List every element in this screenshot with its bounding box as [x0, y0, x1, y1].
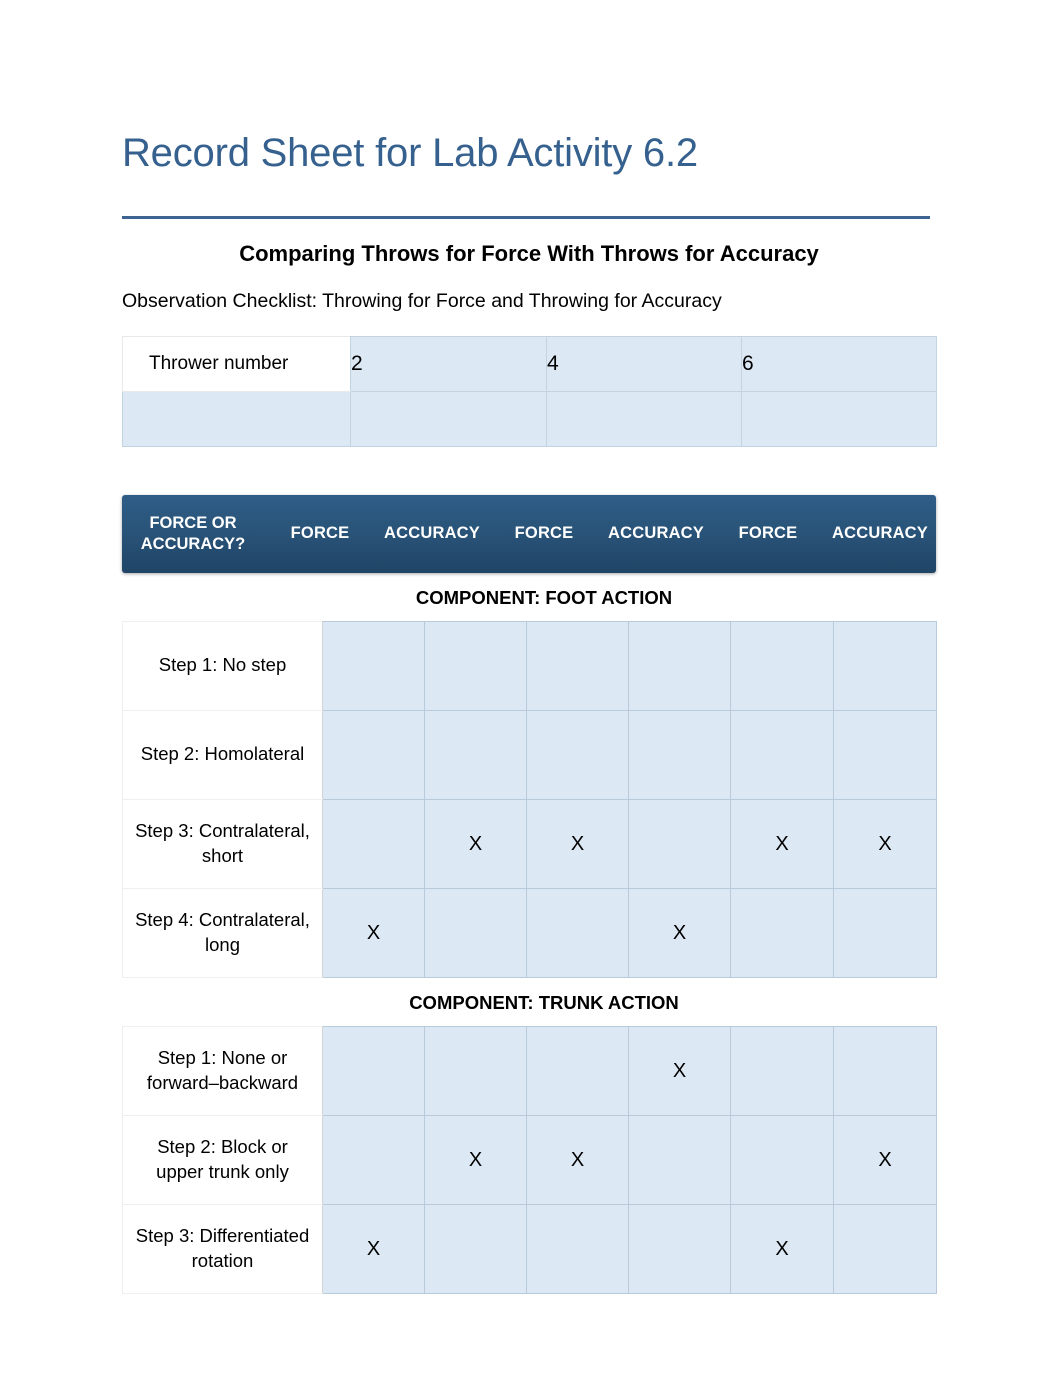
foot-cell-3-6[interactable]: X — [833, 798, 937, 889]
thrower-blank-cell-0[interactable] — [122, 390, 351, 447]
foot-row-label-1: Step 1: No step — [122, 620, 323, 711]
thrower-number-table: Thrower number 2 4 6 — [122, 335, 937, 447]
band-label-line2: ACCURACY? — [140, 534, 246, 553]
page-title: Record Sheet for Lab Activity 6.2 — [122, 131, 698, 175]
thrower-number-label: Thrower number — [122, 335, 351, 392]
foot-cell-4-2[interactable] — [424, 887, 527, 978]
band-label-line1: FORCE OR — [149, 514, 237, 533]
foot-cell-4-6[interactable] — [833, 887, 937, 978]
foot-cell-1-1[interactable] — [322, 620, 425, 711]
table-row — [122, 390, 937, 447]
trunk-cell-3-1[interactable]: X — [322, 1203, 425, 1294]
thrower-blank-cell-1[interactable] — [350, 390, 547, 447]
foot-cell-3-1[interactable] — [322, 798, 425, 889]
trunk-cell-3-6[interactable] — [833, 1203, 937, 1294]
observation-checklist-label: Observation Checklist: Throwing for Forc… — [122, 290, 722, 313]
foot-cell-1-3[interactable] — [526, 620, 629, 711]
thrower-number-value-2[interactable]: 4 — [546, 335, 742, 392]
foot-cell-4-4[interactable]: X — [628, 887, 731, 978]
foot-row-label-3: Step 3: Contralateral, short — [122, 798, 323, 889]
foot-cell-1-2[interactable] — [424, 620, 527, 711]
table-row: Thrower number 2 4 6 — [122, 335, 937, 392]
table-row: Step 4: Contralateral, long X X — [122, 887, 937, 978]
trunk-cell-1-2[interactable] — [424, 1025, 527, 1116]
band-column-5: FORCE — [738, 524, 798, 543]
trunk-cell-1-5[interactable] — [730, 1025, 834, 1116]
trunk-cell-2-3[interactable]: X — [526, 1114, 629, 1205]
foot-cell-1-5[interactable] — [730, 620, 834, 711]
table-row: Step 1: None or forward–backward X — [122, 1025, 937, 1116]
foot-cell-3-5[interactable]: X — [730, 798, 834, 889]
foot-cell-4-3[interactable] — [526, 887, 629, 978]
trunk-cell-2-2[interactable]: X — [424, 1114, 527, 1205]
trunk-cell-1-3[interactable] — [526, 1025, 629, 1116]
trunk-cell-3-2[interactable] — [424, 1203, 527, 1294]
foot-cell-2-3[interactable] — [526, 709, 629, 800]
foot-cell-2-5[interactable] — [730, 709, 834, 800]
table-row: Step 2: Homolateral — [122, 709, 937, 800]
trunk-cell-1-6[interactable] — [833, 1025, 937, 1116]
thrower-blank-cell-3[interactable] — [741, 390, 937, 447]
thrower-number-value-3[interactable]: 6 — [741, 335, 937, 392]
thrower-blank-cell-2[interactable] — [546, 390, 742, 447]
band-column-1: FORCE — [290, 524, 350, 543]
title-divider — [122, 216, 930, 219]
component-heading-foot-action: COMPONENT: FOOT ACTION — [415, 586, 673, 608]
document-content: Record Sheet for Lab Activity 6.2 Compar… — [122, 0, 937, 1294]
trunk-cell-2-5[interactable] — [730, 1114, 834, 1205]
trunk-row-label-2: Step 2: Block or upper trunk only — [122, 1114, 323, 1205]
foot-cell-1-4[interactable] — [628, 620, 731, 711]
band-columns: FORCE ACCURACY FORCE ACCURACY FORCE ACCU… — [264, 495, 936, 573]
table-row: Step 3: Contralateral, short X X X X — [122, 798, 937, 889]
foot-row-label-4: Step 4: Contralateral, long — [122, 887, 323, 978]
band-label: FORCE OR ACCURACY? — [122, 513, 264, 554]
trunk-cell-3-3[interactable] — [526, 1203, 629, 1294]
foot-cell-2-1[interactable] — [322, 709, 425, 800]
force-accuracy-header-band: FORCE OR ACCURACY? FORCE ACCURACY FORCE … — [122, 494, 936, 573]
trunk-row-label-1: Step 1: None or forward–backward — [122, 1025, 323, 1116]
thrower-number-value-1[interactable]: 2 — [350, 335, 547, 392]
foot-cell-3-3[interactable]: X — [526, 798, 629, 889]
trunk-action-table: Step 1: None or forward–backward X Step … — [122, 1025, 937, 1294]
table-row: Step 2: Block or upper trunk only X X X — [122, 1114, 937, 1205]
trunk-row-label-3: Step 3: Differentiated rotation — [122, 1203, 323, 1294]
trunk-cell-3-5[interactable]: X — [730, 1203, 834, 1294]
foot-cell-3-4[interactable] — [628, 798, 731, 889]
table-row: Step 3: Differentiated rotation X X — [122, 1203, 937, 1294]
table-row: Step 1: No step — [122, 620, 937, 711]
foot-cell-4-1[interactable]: X — [322, 887, 425, 978]
foot-cell-1-6[interactable] — [833, 620, 937, 711]
thrower-table-wrapper: Thrower number 2 4 6 — [122, 335, 937, 447]
foot-row-label-2: Step 2: Homolateral — [122, 709, 323, 800]
trunk-cell-2-1[interactable] — [322, 1114, 425, 1205]
foot-cell-2-6[interactable] — [833, 709, 937, 800]
foot-cell-2-2[interactable] — [424, 709, 527, 800]
band-column-4: ACCURACY — [607, 524, 705, 543]
component-heading-trunk-action: COMPONENT: TRUNK ACTION — [409, 991, 679, 1013]
foot-action-table: Step 1: No step Step 2: Homolateral Step… — [122, 620, 937, 978]
document-page: Record Sheet for Lab Activity 6.2 Compar… — [0, 0, 1062, 1377]
trunk-cell-1-1[interactable] — [322, 1025, 425, 1116]
trunk-cell-2-4[interactable] — [628, 1114, 731, 1205]
foot-cell-2-4[interactable] — [628, 709, 731, 800]
trunk-cell-1-4[interactable]: X — [628, 1025, 731, 1116]
band-column-2: ACCURACY — [383, 524, 481, 543]
document-subtitle: Comparing Throws for Force With Throws f… — [239, 241, 819, 266]
band-column-3: FORCE — [514, 524, 574, 543]
trunk-cell-3-4[interactable] — [628, 1203, 731, 1294]
band-column-6: ACCURACY — [831, 524, 929, 543]
foot-cell-4-5[interactable] — [730, 887, 834, 978]
foot-cell-3-2[interactable]: X — [424, 798, 527, 889]
trunk-cell-2-6[interactable]: X — [833, 1114, 937, 1205]
